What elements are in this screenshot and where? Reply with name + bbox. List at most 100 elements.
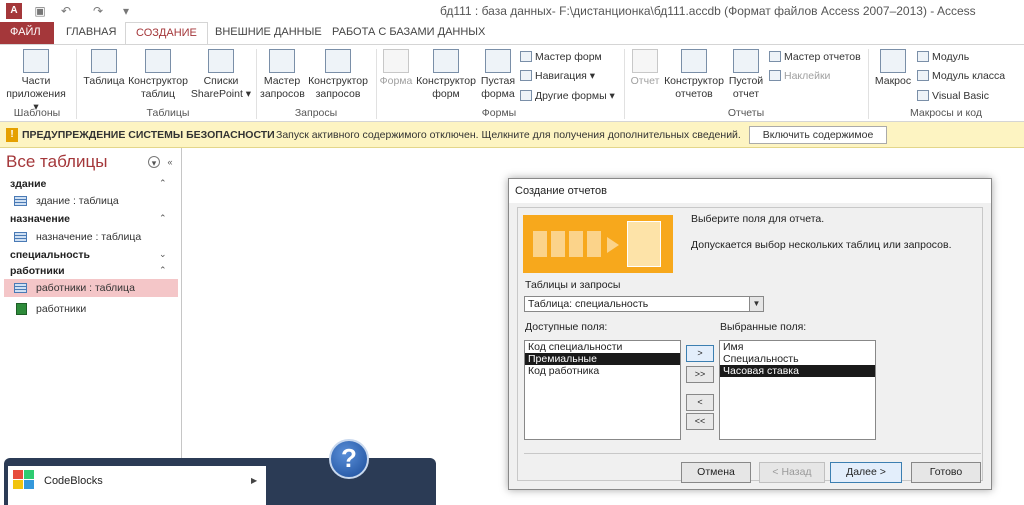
separator	[376, 49, 377, 119]
nav-group-header[interactable]: специальность	[10, 249, 90, 261]
list-item[interactable]: Код работника	[525, 365, 680, 377]
customize-qat-icon[interactable]: ▾	[118, 3, 134, 19]
access-app-icon[interactable]: A	[6, 3, 22, 19]
collapse-group-icon[interactable]: ⌃	[159, 213, 167, 224]
enable-content-button[interactable]: Включить содержимое	[749, 126, 887, 144]
table-button[interactable]: Таблица	[82, 49, 126, 88]
tab-home[interactable]: ГЛАВНАЯ	[56, 22, 126, 44]
table-icon	[14, 232, 27, 242]
module-button[interactable]: Модуль	[917, 51, 969, 63]
nav-pane-title[interactable]: Все таблицы	[6, 152, 107, 172]
tab-external-data[interactable]: ВНЕШНИЕ ДАННЫЕ	[205, 22, 332, 44]
app-parts-icon	[23, 49, 49, 73]
separator	[624, 49, 625, 119]
window-title: бд111 : база данных- F:\дистанционка\бд1…	[440, 4, 976, 18]
tab-create[interactable]: СОЗДАНИЕ	[125, 22, 208, 45]
class-module-button[interactable]: Модуль класса	[917, 70, 1005, 82]
more-forms-button[interactable]: Другие формы ▾	[520, 90, 615, 102]
collapse-group-icon[interactable]: ⌃	[159, 178, 167, 189]
sharepoint-lists-button[interactable]: Списки SharePoint ▾	[190, 49, 252, 101]
nav-item-table[interactable]: назначение : таблица	[4, 228, 178, 246]
available-fields-label: Доступные поля:	[525, 321, 608, 333]
query-wizard-button[interactable]: Мастер запросов	[260, 49, 305, 101]
collapse-group-icon[interactable]: ⌃	[159, 265, 167, 276]
selected-fields-list[interactable]: Имя Специальность Часовая ставка	[719, 340, 876, 440]
separator	[868, 49, 869, 119]
form-icon	[383, 49, 409, 73]
blank-report-button[interactable]: Пустой отчет	[726, 49, 766, 101]
nav-menu-icon[interactable]: ▾	[148, 156, 160, 168]
expand-group-icon[interactable]: ⌄	[159, 249, 167, 260]
list-item[interactable]: Специальность	[720, 353, 875, 365]
save-icon[interactable]: ▣	[32, 3, 48, 19]
query-design-icon	[325, 49, 351, 73]
visual-basic-button[interactable]: Visual Basic	[917, 90, 989, 102]
group-tables: Таблицы	[146, 107, 190, 119]
report-button[interactable]: Отчет	[628, 49, 662, 88]
help-icon[interactable]: ?	[329, 439, 369, 479]
report-icon	[632, 49, 658, 73]
form-wizard-button[interactable]: Мастер форм	[520, 51, 602, 63]
macro-icon	[880, 49, 906, 73]
add-all-fields-button[interactable]: >>	[686, 366, 714, 383]
redo-icon[interactable]: ↷	[90, 3, 106, 19]
list-item-selected[interactable]: Премиальные	[525, 353, 680, 365]
blank-form-icon	[485, 49, 511, 73]
blank-report-icon	[733, 49, 759, 73]
tab-database-tools[interactable]: РАБОТА С БАЗАМИ ДАННЫХ	[322, 22, 495, 44]
nav-group-header[interactable]: работники	[10, 265, 65, 277]
table-design-button[interactable]: Конструктор таблиц	[126, 49, 190, 101]
undo-icon[interactable]: ↶	[58, 3, 74, 19]
dialog-divider	[524, 453, 981, 454]
tab-file[interactable]: ФАЙЛ	[0, 22, 54, 44]
start-menu: CodeBlocks ▶	[4, 458, 436, 505]
blank-form-button[interactable]: Пустая форма	[478, 49, 518, 101]
finish-button[interactable]: Готово	[911, 462, 981, 483]
group-forms: Формы	[481, 107, 517, 119]
form-design-button[interactable]: Конструктор форм	[414, 49, 478, 101]
group-reports: Отчеты	[727, 107, 765, 119]
report-wizard-button[interactable]: Мастер отчетов	[769, 51, 861, 63]
remove-field-button[interactable]: <	[686, 394, 714, 411]
codeblocks-menu-item[interactable]: CodeBlocks	[44, 475, 103, 487]
separator	[76, 49, 77, 119]
nav-group-header[interactable]: здание	[10, 178, 46, 190]
labels-button[interactable]: Наклейки	[769, 70, 830, 82]
cancel-button[interactable]: Отмена	[681, 462, 751, 483]
security-warning-message[interactable]: Запуск активного содержимого отключен. Щ…	[276, 129, 741, 141]
selected-fields-label: Выбранные поля:	[720, 321, 807, 333]
nav-item-report[interactable]: работники	[4, 300, 178, 318]
add-field-button[interactable]: >	[686, 345, 714, 362]
query-design-button[interactable]: Конструктор запросов	[306, 49, 370, 101]
wizard-banner-image	[523, 215, 673, 273]
labels-icon	[769, 70, 781, 81]
nav-group-header[interactable]: назначение	[10, 213, 70, 225]
security-warning-bar: ! ПРЕДУПРЕЖДЕНИЕ СИСТЕМЫ БЕЗОПАСНОСТИ За…	[0, 122, 1024, 148]
security-warning-title: ПРЕДУПРЕЖДЕНИЕ СИСТЕМЫ БЕЗОПАСНОСТИ	[22, 129, 275, 141]
back-button[interactable]: < Назад	[759, 462, 825, 483]
remove-all-fields-button[interactable]: <<	[686, 413, 714, 430]
next-button[interactable]: Далее >	[830, 462, 902, 483]
dropdown-arrow-icon[interactable]: ▼	[749, 297, 763, 311]
tables-queries-label: Таблицы и запросы	[525, 279, 621, 291]
shield-icon: !	[6, 128, 18, 142]
tables-queries-combo[interactable]: Таблица: специальность ▼	[524, 296, 764, 312]
nav-item-table[interactable]: здание : таблица	[4, 192, 178, 210]
separator	[256, 49, 257, 119]
form-button[interactable]: Форма	[378, 49, 414, 88]
nav-item-table-selected[interactable]: работники : таблица	[4, 279, 178, 297]
submenu-arrow-icon[interactable]: ▶	[251, 476, 257, 485]
list-item[interactable]: Имя	[720, 341, 875, 353]
banner-report-icon	[627, 221, 661, 267]
tables-queries-value: Таблица: специальность	[528, 298, 649, 310]
report-design-button[interactable]: Конструктор отчетов	[662, 49, 726, 101]
app-parts-button[interactable]: Части приложения ▾	[4, 49, 68, 114]
group-macros: Макросы и код	[910, 107, 982, 119]
available-fields-list[interactable]: Код специальности Премиальные Код работн…	[524, 340, 681, 440]
group-templates: Шаблоны	[13, 107, 61, 119]
list-item-selected[interactable]: Часовая ставка	[720, 365, 875, 377]
macro-button[interactable]: Макрос	[872, 49, 914, 88]
list-item[interactable]: Код специальности	[525, 341, 680, 353]
collapse-pane-icon[interactable]: «	[164, 156, 176, 168]
navigation-button[interactable]: Навигация ▾	[520, 70, 595, 82]
